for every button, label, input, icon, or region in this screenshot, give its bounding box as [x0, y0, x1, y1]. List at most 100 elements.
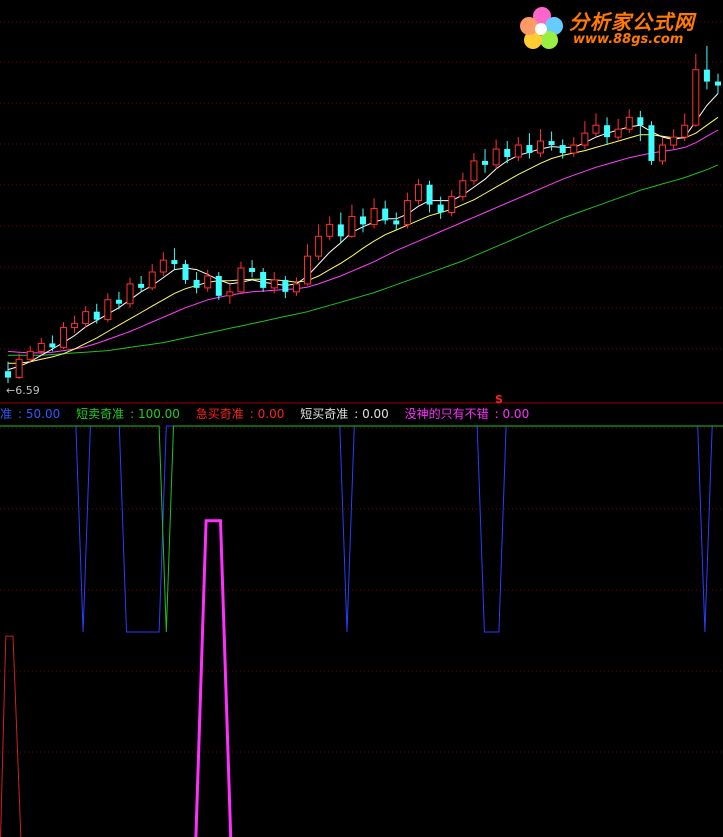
candle-body: [559, 145, 566, 153]
candle-body: [204, 275, 212, 289]
candle-body: [382, 208, 389, 221]
candle: [570, 137, 578, 157]
candle-body: [681, 124, 689, 138]
candlesticks: [5, 45, 721, 384]
legend-value: 50.00: [25, 407, 61, 421]
candle: [604, 117, 611, 146]
candle: [104, 293, 112, 322]
candle-body: [237, 267, 245, 293]
candle: [315, 224, 323, 261]
legend-value: 0.00: [502, 407, 530, 421]
candle-body: [5, 371, 11, 378]
indicator-line-green: [0, 425, 723, 633]
ma-line-ma-mid: [8, 116, 719, 364]
legend-item: 短卖奇准: 100.00: [76, 407, 180, 421]
candle-body: [104, 299, 112, 321]
indicator-line-magenta: [194, 519, 233, 837]
candle: [537, 129, 544, 157]
candle: [692, 53, 700, 127]
candle-body: [426, 184, 433, 205]
candle: [148, 264, 156, 291]
legend-value: 100.00: [137, 407, 180, 421]
legend-label: 短卖奇准: [76, 407, 125, 421]
legend-label: 短买奇准: [300, 407, 349, 421]
candle: [15, 353, 23, 380]
candle: [237, 261, 245, 294]
candle-body: [670, 136, 678, 146]
candle-body: [292, 283, 300, 293]
candle: [648, 121, 655, 165]
candle-body: [326, 223, 334, 237]
candle-body: [504, 149, 511, 157]
candle-body: [270, 279, 278, 289]
legend-label: 急买奇准: [195, 407, 244, 421]
candle: [82, 306, 90, 328]
candle-body: [393, 220, 400, 225]
candle-body: [26, 350, 34, 360]
candle-body: [71, 323, 79, 329]
candle: [5, 361, 11, 384]
candle: [292, 277, 300, 296]
candle: [470, 152, 478, 185]
candle-body: [492, 148, 500, 166]
candle-body: [282, 279, 289, 292]
indicator-pane: [0, 425, 723, 837]
candle: [193, 272, 200, 294]
candle: [514, 137, 522, 161]
candle-body: [614, 128, 622, 138]
candle-body: [360, 216, 366, 225]
candle: [182, 260, 189, 284]
candle: [414, 179, 422, 205]
candle: [526, 133, 533, 159]
candle-body: [126, 283, 134, 305]
candle-body: [470, 160, 478, 182]
candle-body: [260, 272, 267, 288]
indicator-legend: 准: 50.00 短卖奇准: 100.00 急买奇准: 0.00 短买奇准: 0…: [0, 406, 541, 422]
ma-line-ma-slow: [8, 164, 719, 356]
candle-body: [37, 342, 45, 352]
legend-value: 0.00: [362, 407, 389, 421]
candle: [393, 212, 400, 230]
legend-label: 准: [0, 407, 13, 421]
candle: [159, 252, 167, 276]
candle: [348, 204, 356, 238]
candle: [49, 335, 56, 352]
candle: [592, 113, 600, 138]
candle: [403, 192, 411, 229]
candle-body: [692, 69, 700, 126]
candle-body: [637, 117, 644, 126]
candle: [437, 196, 444, 219]
candle-body: [526, 145, 533, 153]
candle: [126, 277, 134, 308]
candle-body: [304, 255, 312, 285]
candle: [215, 272, 222, 300]
candle: [171, 248, 178, 270]
candle: [670, 129, 678, 150]
candle-body: [414, 184, 422, 202]
candle: [448, 190, 456, 217]
candle-body: [148, 271, 156, 289]
price-pane: [5, 45, 721, 384]
candle-body: [337, 224, 344, 237]
candle: [260, 268, 267, 292]
candle-body: [348, 215, 356, 237]
candle-body: [315, 235, 323, 257]
candle: [492, 139, 500, 169]
candle-body: [537, 140, 544, 154]
candle: [304, 244, 312, 286]
candle: [382, 200, 389, 225]
logo-url: www.88gs.com: [573, 32, 684, 47]
candle-body: [182, 264, 189, 280]
candle: [138, 275, 145, 292]
candle: [282, 275, 289, 299]
logo-name: 分析家公式网: [569, 10, 695, 34]
candle: [703, 45, 710, 90]
candle-body: [703, 69, 710, 82]
flower-logo-icon: [520, 7, 563, 49]
candle: [581, 121, 589, 150]
candle: [614, 118, 622, 142]
candle: [326, 216, 334, 241]
candle-body: [93, 311, 100, 320]
candle-body: [171, 260, 178, 265]
candle: [459, 172, 467, 201]
